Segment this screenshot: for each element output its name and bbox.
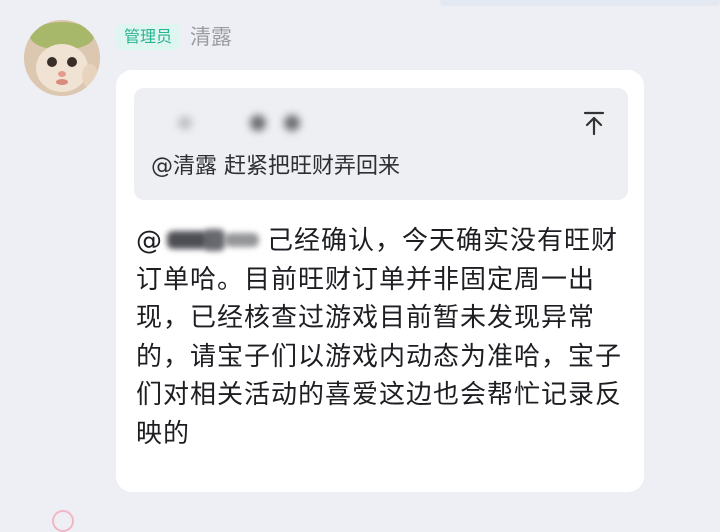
avatar[interactable] (24, 20, 100, 96)
role-badge: 管理员 (116, 24, 181, 50)
mention-at: @ (136, 226, 163, 256)
message-body: 己经确认，今天确实没有旺财订单哈。目前旺财订单并非固定周一出现，已经核查过游戏目… (136, 226, 623, 449)
next-avatar-edge (52, 510, 74, 532)
arrow-up-to-top-icon[interactable] (582, 110, 606, 136)
message-text: @ 己经确认，今天确实没有旺财订单哈。目前旺财订单并非固定周一出现，已经核查过游戏… (136, 222, 626, 453)
quoted-text: @清露 赶紧把旺财弄回来 (151, 154, 400, 179)
cat-avatar-icon (24, 20, 100, 96)
message-bubble[interactable]: @清露 赶紧把旺财弄回来 @ 己经确认，今天确实没有旺财订单哈。目前旺财订单并非固… (116, 70, 644, 492)
quoted-sender-name-redacted (178, 112, 338, 134)
quoted-message[interactable]: @清露 赶紧把旺财弄回来 (134, 88, 628, 200)
sender-name[interactable]: 清露 (190, 24, 232, 50)
sender-header: 管理员 清露 (116, 22, 232, 52)
mention-name-redacted (163, 227, 263, 253)
top-banner-edge (440, 0, 720, 6)
